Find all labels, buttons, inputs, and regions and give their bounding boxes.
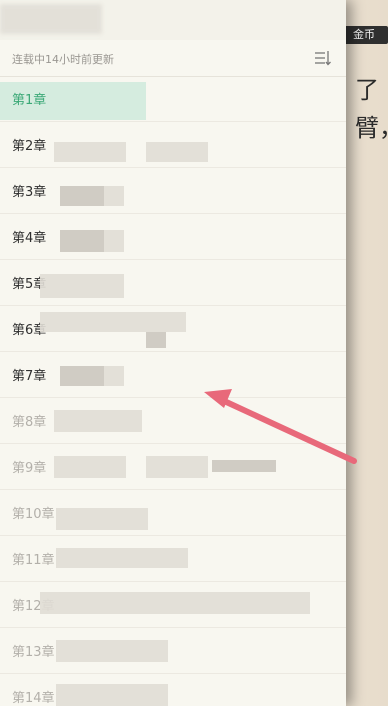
chapter-item-11[interactable]: 第11章: [0, 536, 346, 582]
chapter-label: 第10章: [12, 507, 55, 522]
chapter-item-3[interactable]: 第3章: [0, 168, 346, 214]
chapter-item-6[interactable]: 第6章: [0, 306, 346, 352]
chapter-item-14[interactable]: 第14章: [0, 674, 346, 706]
chapter-label: 第7章: [12, 369, 47, 384]
chapter-item-7[interactable]: 第7章: [0, 352, 346, 398]
book-title-area: [0, 0, 346, 40]
page-text-line-2: 臂，: [355, 114, 388, 142]
reader-screen: 金币 了 臂， 连载中14小时前更新 第1章: [0, 0, 388, 706]
chapter-label: 第1章: [12, 93, 47, 108]
chapter-label: 第8章: [12, 415, 47, 430]
chapter-item-9[interactable]: 第9章: [0, 444, 346, 490]
chapter-label: 第14章: [12, 691, 55, 706]
chapter-item-12[interactable]: 第12章: [0, 582, 346, 628]
chapter-label: 第2章: [12, 139, 47, 154]
chapter-item-1[interactable]: 第1章: [0, 76, 346, 122]
chapter-label: 第11章: [12, 553, 55, 568]
chapter-label: 第4章: [12, 231, 47, 246]
sort-icon[interactable]: [314, 49, 332, 67]
chapter-item-8[interactable]: 第8章: [0, 398, 346, 444]
chapter-item-2[interactable]: 第2章: [0, 122, 346, 168]
chapter-label: 第3章: [12, 185, 47, 200]
chapter-list: 第1章 第2章 第3章 第4章 第5章 第6章 第7章 第8章 第9章 第10章…: [0, 76, 346, 706]
update-status: 连载中14小时前更新: [12, 53, 114, 66]
chapter-item-4[interactable]: 第4章: [0, 214, 346, 260]
chapter-item-10[interactable]: 第10章: [0, 490, 346, 536]
chapter-label: 第13章: [12, 645, 55, 660]
chapter-label: 第9章: [12, 461, 47, 476]
chapter-item-13[interactable]: 第13章: [0, 628, 346, 674]
coin-badge: 金币: [340, 26, 388, 44]
toc-header: 连载中14小时前更新: [0, 40, 346, 77]
toc-drawer: 连载中14小时前更新 第1章 第2章 第3章 第4章 第5章 第6章 第7章 第…: [0, 0, 346, 706]
chapter-item-5[interactable]: 第5章: [0, 260, 346, 306]
page-text-line-1: 了: [355, 76, 379, 104]
